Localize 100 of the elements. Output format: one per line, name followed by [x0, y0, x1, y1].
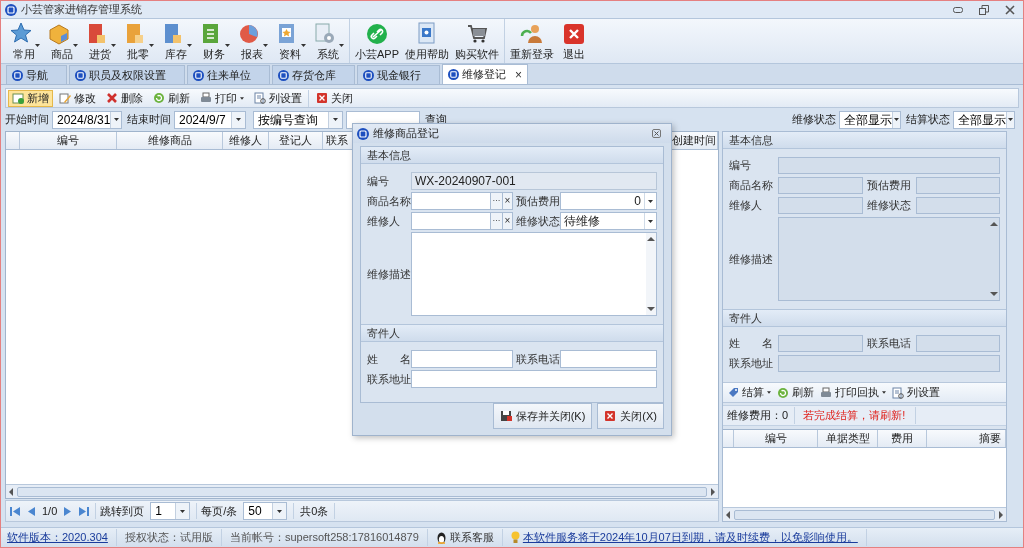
tab[interactable]: 维修登记 × [442, 64, 528, 84]
select-field[interactable]: 按编号查询 [253, 110, 343, 129]
support-button[interactable]: 联系客服 [427, 529, 503, 546]
input-field[interactable] [411, 370, 657, 388]
page-size-field[interactable]: 50 [243, 502, 288, 520]
last-page-icon[interactable] [78, 506, 90, 516]
tab[interactable]: 导航 [6, 65, 67, 84]
toolbar-button[interactable]: 列设置 [892, 384, 940, 401]
save-close-button[interactable]: 保存并关闭(K) [492, 403, 593, 429]
tab[interactable]: 往来单位 [187, 65, 270, 84]
toolbar-button[interactable]: 结算 [727, 384, 771, 401]
tab-close-button[interactable]: × [515, 65, 522, 84]
date-field[interactable]: 2024/9/7 [174, 110, 246, 129]
toolbar-button[interactable]: 打印 [196, 89, 248, 107]
column-header[interactable]: 登记人 [269, 132, 323, 149]
scroll-right-arrow[interactable] [998, 510, 1004, 519]
toolbar-button[interactable]: 删除 [102, 89, 147, 107]
scroll-up-arrow[interactable] [647, 236, 655, 242]
scroll-thumb[interactable] [734, 509, 995, 520]
select-field[interactable]: 全部显示 [953, 110, 1015, 129]
toolbar-button[interactable]: 打印回执 [820, 384, 886, 401]
column-header[interactable]: 编号 [20, 132, 117, 149]
ribbon-button[interactable]: 资料 [271, 19, 309, 63]
input-field[interactable] [778, 355, 1000, 372]
input-field[interactable] [560, 350, 657, 368]
ribbon-button[interactable]: 商品 [43, 19, 81, 63]
scroll-left-arrow[interactable] [725, 510, 731, 519]
date-field[interactable]: 2024/8/31 [52, 110, 122, 129]
scroll-up-arrow[interactable] [990, 221, 998, 227]
next-page-icon[interactable] [63, 506, 73, 516]
column-header[interactable]: 摘要 [927, 430, 1006, 447]
ribbon-button[interactable]: 库存 [157, 19, 195, 63]
first-page-icon[interactable] [10, 506, 21, 516]
input-field[interactable] [915, 335, 1000, 352]
tab[interactable]: 职员及权限设置 [69, 65, 185, 84]
restore-icon[interactable] [979, 4, 989, 15]
browse-button[interactable]: ··· [491, 192, 502, 210]
ribbon-button[interactable]: 进货 [81, 19, 119, 63]
browse-button[interactable]: ··· [491, 212, 502, 230]
toolbar-button[interactable]: 刷新 [777, 384, 814, 401]
printer-icon [200, 92, 212, 104]
input-field[interactable] [778, 197, 863, 214]
clear-button[interactable]: × [502, 192, 513, 210]
scroll-left-arrow[interactable] [8, 487, 14, 496]
window-title: 小芸管家进销存管理系统 [21, 2, 142, 18]
tab[interactable]: 现金银行 [357, 65, 440, 84]
ribbon-button[interactable]: 小芸APP [352, 19, 402, 63]
ribbon-button[interactable]: 购买软件 [452, 19, 502, 63]
group-header: 基本信息 [361, 147, 663, 164]
toolbar-button[interactable]: 新增 [8, 89, 53, 107]
caret-icon [35, 44, 40, 47]
ribbon-button[interactable]: 使用帮助 [402, 19, 452, 63]
previous-page-icon[interactable] [27, 506, 36, 516]
input-field[interactable] [915, 197, 1000, 214]
scroll-thumb[interactable] [17, 486, 707, 497]
renewal-notice-link[interactable]: 本软件服务将于2024年10月07日到期，请及时续费，以免影响使用。 [522, 529, 858, 546]
scroll-down-arrow[interactable] [647, 306, 655, 312]
input-field[interactable] [411, 212, 491, 230]
close-icon[interactable] [652, 129, 661, 138]
ribbon-button[interactable]: 退出 [557, 19, 591, 63]
vertical-scrollbar[interactable] [646, 233, 656, 315]
select-field[interactable]: 全部显示 [839, 110, 901, 129]
column-header[interactable]: 费用 [878, 430, 927, 447]
toolbar-button[interactable]: 关闭 [312, 89, 357, 107]
input-field[interactable] [778, 335, 863, 352]
column-header[interactable]: 单据类型 [818, 430, 878, 447]
ribbon-button[interactable]: 报表 [233, 19, 271, 63]
tab[interactable]: 存货仓库 [272, 65, 355, 84]
input-field[interactable] [411, 350, 513, 368]
toolbar-button[interactable]: 修改 [55, 89, 100, 107]
ribbon-button[interactable]: 系统 [309, 19, 347, 63]
input-field[interactable] [778, 177, 863, 194]
horizontal-scrollbar[interactable] [723, 507, 1006, 521]
close-button[interactable]: 关闭(X) [597, 403, 664, 429]
ribbon-button[interactable]: 批零 [119, 19, 157, 63]
caret-icon [113, 118, 119, 121]
clear-button[interactable]: × [502, 212, 513, 230]
toolbar-button[interactable]: 列设置 [250, 89, 306, 107]
version-link[interactable]: 软件版本：2020.304 [7, 529, 117, 546]
scroll-right-arrow[interactable] [710, 487, 716, 496]
input-field[interactable] [411, 192, 491, 210]
app-logo-icon [448, 69, 459, 80]
input-field[interactable] [915, 177, 1000, 194]
select-field[interactable]: 待维修 [560, 212, 657, 230]
search-button[interactable]: 查询 [423, 111, 449, 128]
scroll-down-arrow[interactable] [990, 291, 998, 297]
input-field[interactable]: WX-20240907-001 [411, 172, 657, 190]
toolbar-button[interactable]: 刷新 [149, 89, 194, 107]
ribbon-button[interactable]: 重新登录 [507, 19, 557, 63]
number-field[interactable]: 0 [560, 192, 657, 210]
ribbon-button[interactable]: 常用 [5, 19, 43, 63]
minimize-icon[interactable] [953, 6, 963, 13]
input-field[interactable] [778, 157, 1000, 174]
horizontal-scrollbar[interactable] [6, 484, 718, 498]
column-header[interactable]: 维修商品 [117, 132, 223, 149]
column-header[interactable]: 维修人 [223, 132, 269, 149]
page-number-field[interactable]: 1 [150, 502, 191, 520]
close-icon[interactable] [1005, 4, 1015, 15]
column-header[interactable]: 编号 [734, 430, 818, 447]
ribbon-button[interactable]: 财务 [195, 19, 233, 63]
